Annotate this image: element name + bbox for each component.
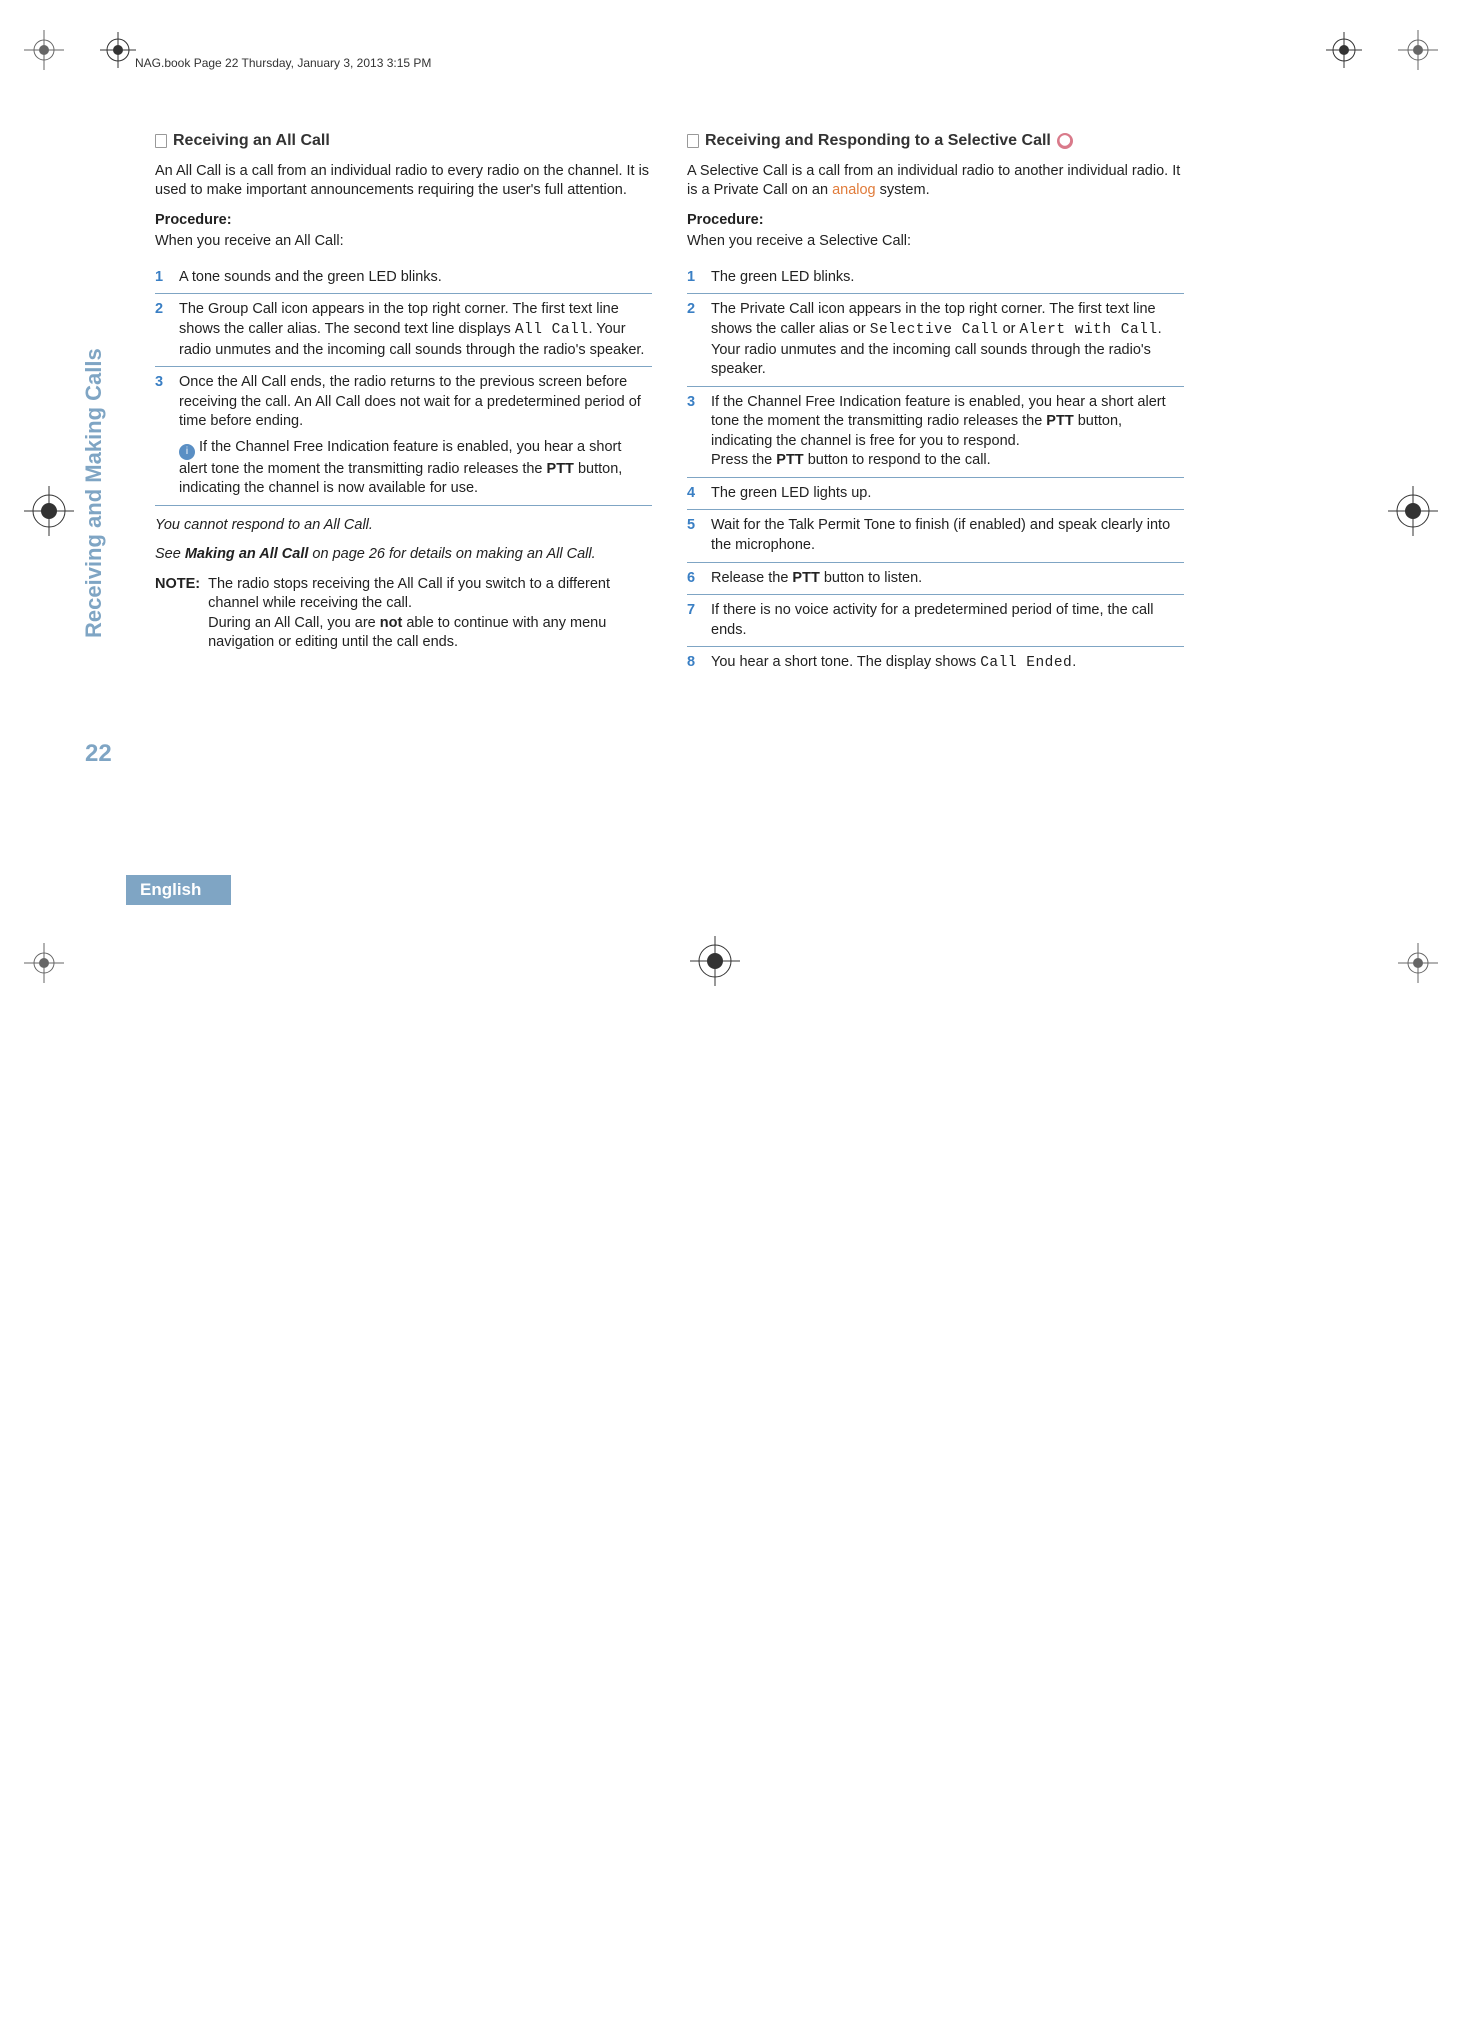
registration-mark-icon bbox=[1398, 943, 1438, 983]
text: button to listen. bbox=[820, 570, 922, 586]
document-icon bbox=[155, 134, 167, 148]
step-row: 4 The green LED lights up. bbox=[687, 478, 1184, 511]
code-text: All Call bbox=[515, 322, 589, 338]
text: on page 26 for details on making an All … bbox=[308, 546, 595, 562]
content-area: Receiving an All Call An All Call is a c… bbox=[155, 130, 1332, 913]
step-text: The Group Call icon appears in the top r… bbox=[179, 300, 652, 360]
text: The radio stops receiving the All Call i… bbox=[208, 575, 652, 614]
step-row: 3 If the Channel Free Indication feature… bbox=[687, 387, 1184, 478]
text: You hear a short tone. The display shows bbox=[711, 654, 980, 670]
ptt-label: PTT bbox=[776, 452, 803, 468]
section-title-all-call: Receiving an All Call bbox=[155, 130, 652, 152]
step-number: 2 bbox=[155, 300, 169, 360]
step-number: 4 bbox=[687, 484, 701, 504]
title-text: Receiving and Responding to a Selective … bbox=[705, 130, 1051, 152]
crosshair-icon bbox=[1388, 486, 1438, 536]
procedure-label: Procedure: bbox=[155, 211, 652, 231]
step-text: If there is no voice activity for a pred… bbox=[711, 601, 1184, 640]
step-row: 7 If there is no voice activity for a pr… bbox=[687, 595, 1184, 647]
left-column: Receiving an All Call An All Call is a c… bbox=[155, 130, 652, 913]
text: . bbox=[1072, 654, 1076, 670]
text: system. bbox=[876, 182, 930, 198]
info-icon: i bbox=[179, 444, 195, 460]
code-text: Selective Call bbox=[870, 322, 999, 338]
analog-highlight: analog bbox=[832, 182, 876, 198]
registration-mark-icon bbox=[24, 30, 64, 70]
ptt-label: PTT bbox=[792, 570, 819, 586]
step-number: 3 bbox=[687, 393, 701, 471]
step-text: A tone sounds and the green LED blinks. bbox=[179, 268, 652, 288]
note-text: The radio stops receiving the All Call i… bbox=[208, 575, 652, 653]
intro-para: A Selective Call is a call from an indiv… bbox=[687, 162, 1184, 201]
step-number: 3 bbox=[155, 373, 169, 499]
step-text: Release the PTT button to listen. bbox=[711, 569, 1184, 589]
crop-line-left bbox=[0, 2, 1, 1015]
small-crosshair-icon bbox=[100, 32, 136, 68]
ptt-label: PTT bbox=[1046, 413, 1073, 429]
title-text: Receiving an All Call bbox=[173, 130, 330, 152]
section-name-vertical: Receiving and Making Calls bbox=[81, 388, 107, 638]
note-label: NOTE: bbox=[155, 575, 200, 653]
analog-badge-icon: ⬤ bbox=[1057, 133, 1073, 149]
step-number: 1 bbox=[687, 268, 701, 288]
header-meta: NAG.book Page 22 Thursday, January 3, 20… bbox=[135, 56, 431, 70]
step-number: 7 bbox=[687, 601, 701, 640]
side-tab: Receiving and Making Calls bbox=[74, 310, 114, 760]
section-title-selective-call: Receiving and Responding to a Selective … bbox=[687, 130, 1184, 152]
procedure-label: Procedure: bbox=[687, 211, 1184, 231]
crosshair-icon bbox=[690, 936, 740, 986]
step-number: 6 bbox=[687, 569, 701, 589]
step-number: 1 bbox=[155, 268, 169, 288]
sub-note: iIf the Channel Free Indication feature … bbox=[179, 438, 652, 499]
step-text: The Private Call icon appears in the top… bbox=[711, 300, 1184, 379]
text: See bbox=[155, 546, 185, 562]
text: Once the All Call ends, the radio return… bbox=[179, 373, 652, 432]
text: Press the bbox=[711, 452, 776, 468]
text: During an All Call, you are not able to … bbox=[208, 614, 652, 653]
step-text: The green LED blinks. bbox=[711, 268, 1184, 288]
step-number: 8 bbox=[687, 653, 701, 674]
text: A Selective Call is a call from an indiv… bbox=[687, 163, 1180, 199]
page-number: 22 bbox=[85, 740, 112, 768]
text: Release the bbox=[711, 570, 792, 586]
document-icon bbox=[687, 134, 699, 148]
step-text: Once the All Call ends, the radio return… bbox=[179, 373, 652, 499]
step-row: 1 The green LED blinks. bbox=[687, 262, 1184, 295]
see-reference: See Making an All Call on page 26 for de… bbox=[155, 545, 652, 565]
registration-mark-icon bbox=[24, 943, 64, 983]
step-row: 8 You hear a short tone. The display sho… bbox=[687, 647, 1184, 680]
small-crosshair-icon bbox=[1326, 32, 1362, 68]
step-text: You hear a short tone. The display shows… bbox=[711, 653, 1184, 674]
step-text: Wait for the Talk Permit Tone to finish … bbox=[711, 516, 1184, 555]
right-column: Receiving and Responding to a Selective … bbox=[687, 130, 1184, 913]
cannot-respond-note: You cannot respond to an All Call. bbox=[155, 516, 652, 536]
bold-text: not bbox=[380, 615, 403, 631]
crop-line-bottom bbox=[0, 1, 1462, 2]
step-row: 5 Wait for the Talk Permit Tone to finis… bbox=[687, 510, 1184, 562]
procedure-subtext: When you receive an All Call: bbox=[155, 232, 652, 252]
reference-title: Making an All Call bbox=[185, 546, 309, 562]
ptt-label: PTT bbox=[547, 461, 574, 477]
code-text: Call Ended bbox=[980, 655, 1072, 671]
registration-mark-icon bbox=[1398, 30, 1438, 70]
step-text: If the Channel Free Indication feature i… bbox=[711, 393, 1184, 471]
step-number: 5 bbox=[687, 516, 701, 555]
step-row: 1 A tone sounds and the green LED blinks… bbox=[155, 262, 652, 295]
text: or bbox=[999, 321, 1020, 337]
step-text: The green LED lights up. bbox=[711, 484, 1184, 504]
crosshair-icon bbox=[24, 486, 74, 536]
step-row: 2 The Private Call icon appears in the t… bbox=[687, 294, 1184, 386]
text: During an All Call, you are bbox=[208, 615, 380, 631]
intro-para: An All Call is a call from an individual… bbox=[155, 162, 652, 201]
step-row: 6 Release the PTT button to listen. bbox=[687, 563, 1184, 596]
step-number: 2 bbox=[687, 300, 701, 379]
step-row: 2 The Group Call icon appears in the top… bbox=[155, 294, 652, 367]
note-block: NOTE: The radio stops receiving the All … bbox=[155, 575, 652, 653]
text: button to respond to the call. bbox=[804, 452, 991, 468]
crop-line-right bbox=[0, 1015, 1, 2026]
procedure-subtext: When you receive a Selective Call: bbox=[687, 232, 1184, 252]
code-text: Alert with Call bbox=[1020, 322, 1158, 338]
step-row: 3 Once the All Call ends, the radio retu… bbox=[155, 367, 652, 506]
